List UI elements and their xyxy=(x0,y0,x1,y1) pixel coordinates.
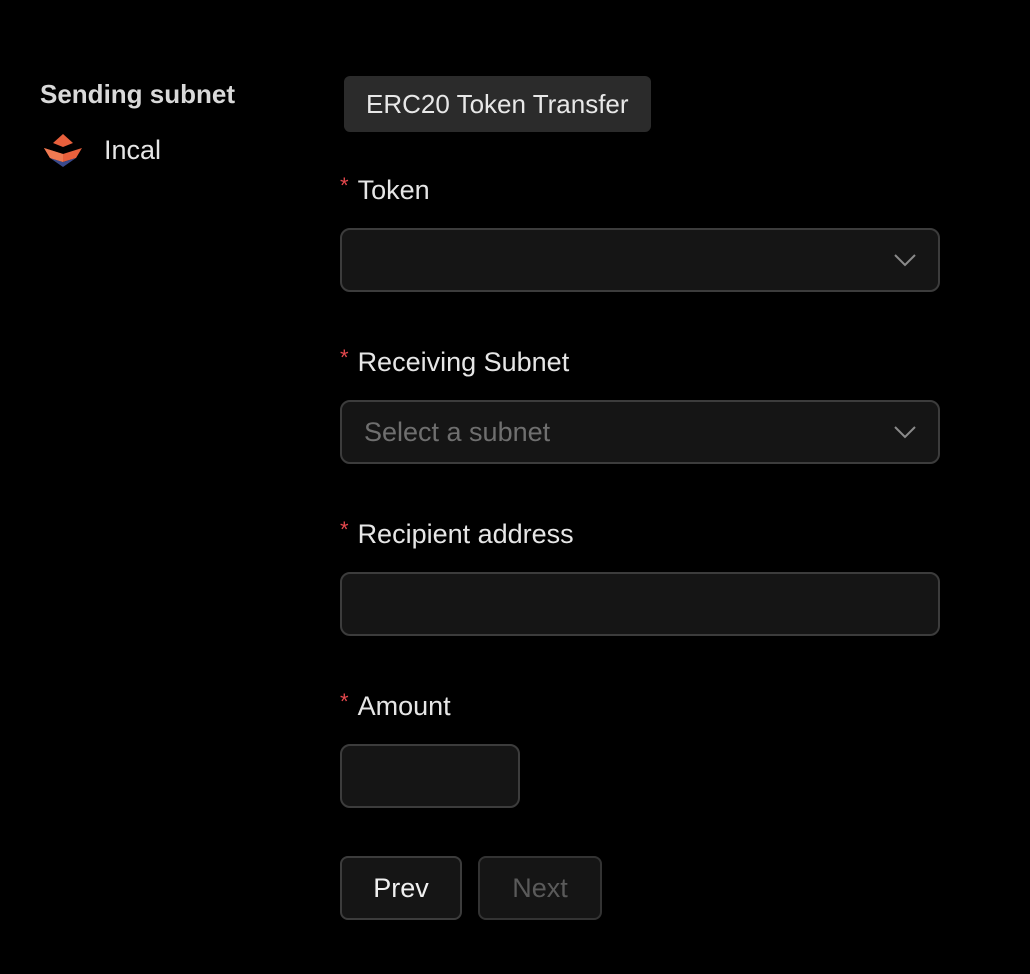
receiving-subnet-select[interactable]: Select a subnet xyxy=(340,400,940,464)
amount-label: * Amount xyxy=(340,689,940,722)
required-marker: * xyxy=(340,173,349,198)
next-button[interactable]: Next xyxy=(478,856,602,920)
token-label: * Token xyxy=(340,173,940,206)
chevron-down-icon xyxy=(894,254,916,267)
sending-subnet-item: Incal xyxy=(40,132,300,168)
token-label-text: Token xyxy=(357,175,430,205)
transfer-form: ERC20 Token Transfer * Token * Receiving… xyxy=(340,76,940,920)
receiving-subnet-placeholder: Select a subnet xyxy=(364,416,551,447)
recipient-address-input[interactable] xyxy=(340,572,940,636)
required-marker: * xyxy=(340,517,349,542)
required-marker: * xyxy=(340,345,349,370)
sending-subnet-name: Incal xyxy=(104,134,162,165)
token-select[interactable] xyxy=(340,228,940,292)
required-marker: * xyxy=(340,689,349,714)
sending-subnet-title: Sending subnet xyxy=(40,79,235,109)
recipient-address-field: * Recipient address xyxy=(340,517,940,636)
prev-button[interactable]: Prev xyxy=(340,856,462,920)
receiving-subnet-label-text: Receiving Subnet xyxy=(357,347,570,377)
amount-field: * Amount xyxy=(340,689,940,808)
recipient-address-label: * Recipient address xyxy=(340,517,940,550)
chevron-down-icon xyxy=(894,426,916,439)
receiving-subnet-field: * Receiving Subnet Select a subnet xyxy=(340,345,940,464)
amount-label-text: Amount xyxy=(357,691,451,721)
recipient-address-label-text: Recipient address xyxy=(357,519,574,549)
sending-subnet-panel: Sending subnet Incal xyxy=(40,78,300,168)
token-field: * Token xyxy=(340,173,940,292)
transfer-type-badge: ERC20 Token Transfer xyxy=(344,76,651,132)
form-navigation: Prev Next xyxy=(340,856,602,920)
receiving-subnet-label: * Receiving Subnet xyxy=(340,345,940,378)
incal-logo-icon xyxy=(40,132,86,168)
amount-input[interactable] xyxy=(340,744,520,808)
